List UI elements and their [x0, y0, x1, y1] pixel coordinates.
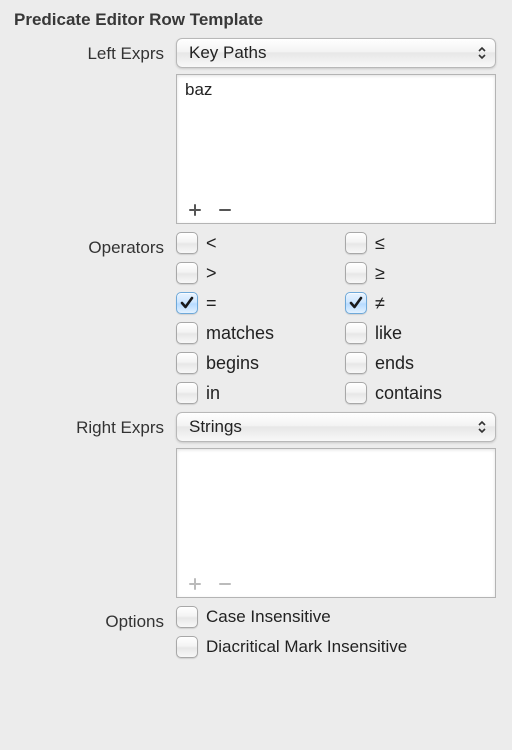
operators-label: Operators	[14, 232, 176, 258]
add-right-expr-button[interactable]	[187, 576, 203, 592]
operator-checkbox[interactable]	[345, 232, 367, 254]
operator-label: matches	[206, 323, 274, 344]
right-exprs-items	[177, 449, 495, 571]
operator-label: ≥	[375, 263, 385, 284]
operator-checkbox[interactable]	[345, 322, 367, 344]
right-exprs-label: Right Exprs	[14, 412, 176, 438]
operator-checkbox[interactable]	[345, 382, 367, 404]
left-exprs-label: Left Exprs	[14, 38, 176, 64]
operator-checkbox[interactable]	[176, 382, 198, 404]
operator-label: begins	[206, 353, 259, 374]
predicate-editor-row-template-panel: Predicate Editor Row Template Left Exprs…	[0, 0, 512, 680]
operator-cell: ends	[345, 352, 496, 374]
option-checkbox[interactable]	[176, 606, 198, 628]
left-exprs-row: Left Exprs Key Paths baz	[14, 38, 498, 224]
remove-left-expr-button[interactable]	[217, 202, 233, 218]
add-left-expr-button[interactable]	[187, 202, 203, 218]
operator-cell: ≤	[345, 232, 496, 254]
panel-title: Predicate Editor Row Template	[14, 10, 498, 30]
left-exprs-popup-value: Key Paths	[189, 43, 267, 63]
option-row: Diacritical Mark Insensitive	[176, 636, 506, 658]
operator-checkbox[interactable]	[176, 292, 198, 314]
operator-cell: in	[176, 382, 327, 404]
option-checkbox[interactable]	[176, 636, 198, 658]
options-label: Options	[14, 606, 176, 632]
operator-checkbox[interactable]	[176, 262, 198, 284]
operator-label: in	[206, 383, 220, 404]
operator-cell: contains	[345, 382, 496, 404]
operator-label: >	[206, 263, 217, 284]
operator-cell: ≠	[345, 292, 496, 314]
left-exprs-items: baz	[177, 75, 495, 197]
left-exprs-listbox[interactable]: baz	[176, 74, 496, 224]
operator-label: ≠	[375, 293, 385, 314]
operator-checkbox[interactable]	[176, 352, 198, 374]
operator-checkbox[interactable]	[345, 292, 367, 314]
operator-label: contains	[375, 383, 442, 404]
operator-checkbox[interactable]	[176, 322, 198, 344]
popup-arrows-icon	[475, 418, 489, 436]
option-row: Case Insensitive	[176, 606, 506, 628]
operator-cell: ≥	[345, 262, 496, 284]
option-label: Diacritical Mark Insensitive	[206, 637, 407, 657]
operator-label: ends	[375, 353, 414, 374]
right-exprs-listbox[interactable]	[176, 448, 496, 598]
popup-arrows-icon	[475, 44, 489, 62]
operator-cell: =	[176, 292, 327, 314]
list-item[interactable]: baz	[185, 79, 487, 101]
options-row: Options Case Insensitive Diacritical Mark…	[14, 606, 498, 658]
operators-row: Operators < ≤ > ≥ = ≠ matches like begins ends in c…	[14, 232, 498, 404]
right-exprs-row: Right Exprs Strings	[14, 412, 498, 598]
left-exprs-list-footer	[177, 197, 495, 223]
right-exprs-popup-value: Strings	[189, 417, 242, 437]
operator-cell: >	[176, 262, 327, 284]
operator-cell: matches	[176, 322, 327, 344]
operator-label: =	[206, 293, 217, 314]
remove-right-expr-button[interactable]	[217, 576, 233, 592]
left-exprs-popup[interactable]: Key Paths	[176, 38, 496, 68]
operator-cell: <	[176, 232, 327, 254]
operator-cell: like	[345, 322, 496, 344]
operator-label: like	[375, 323, 402, 344]
option-label: Case Insensitive	[206, 607, 331, 627]
operator-label: ≤	[375, 233, 385, 254]
operator-checkbox[interactable]	[345, 262, 367, 284]
right-exprs-popup[interactable]: Strings	[176, 412, 496, 442]
operators-grid: < ≤ > ≥ = ≠ matches like begins ends in contains	[176, 232, 496, 404]
right-exprs-list-footer	[177, 571, 495, 597]
operator-checkbox[interactable]	[345, 352, 367, 374]
options-list: Case Insensitive Diacritical Mark Insensi…	[176, 606, 506, 658]
operator-checkbox[interactable]	[176, 232, 198, 254]
operator-cell: begins	[176, 352, 327, 374]
operator-label: <	[206, 233, 217, 254]
